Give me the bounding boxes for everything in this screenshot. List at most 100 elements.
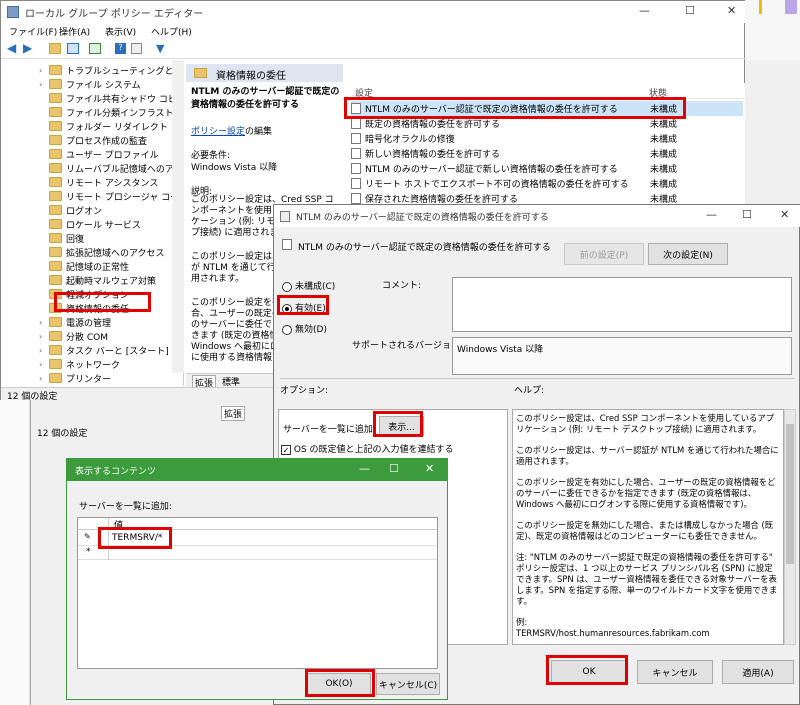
row-1-value[interactable]: TERMSRV/* xyxy=(112,533,162,543)
tree-item-label: ファイル共有シャドウ コピ xyxy=(66,94,177,105)
tree-item[interactable]: › トラブルシューティングと診 xyxy=(39,63,182,77)
apply-button[interactable]: 適用(A) xyxy=(722,660,794,684)
back-tab-extended[interactable]: 拡張 xyxy=(221,406,246,421)
forward-icon[interactable]: ▶ xyxy=(23,41,32,55)
help-scroll-thumb[interactable] xyxy=(786,424,794,564)
policy-minimize-icon[interactable]: — xyxy=(706,208,717,221)
edit-policy-link[interactable]: ポリシー設定 xyxy=(191,127,245,137)
tree-item[interactable]: プロセス作成の監査 xyxy=(49,133,147,147)
tree-item[interactable]: › ネットワーク xyxy=(39,357,120,371)
export-icon[interactable] xyxy=(89,43,101,54)
help-para-5: 注: "NTLM のみのサーバー認証で既定の資格情報の委任を許可する" ポリシー… xyxy=(516,552,778,606)
expander-icon[interactable]: › xyxy=(39,346,49,355)
tree-item[interactable]: ロケール サービス xyxy=(49,217,141,231)
radio-enabled-dot[interactable] xyxy=(282,303,292,314)
checkbox-box[interactable]: ✓ xyxy=(281,444,291,455)
menu-file[interactable]: ファイル(F) xyxy=(9,25,57,38)
radio-enabled[interactable]: 有効(E) xyxy=(282,301,326,314)
divider xyxy=(280,378,795,379)
tree-item[interactable]: リムーバブル記憶域へのア xyxy=(49,161,174,175)
ok-button[interactable]: OK xyxy=(551,660,627,684)
tree-item[interactable]: 起動時マルウェア対策 xyxy=(49,273,156,287)
new-row-icon: * xyxy=(86,547,91,557)
menu-view[interactable]: 表示(V) xyxy=(105,25,136,38)
tree-item[interactable]: › 電源の管理 xyxy=(39,315,111,329)
back-icon[interactable]: ◀ xyxy=(7,41,16,55)
show-maximize-icon[interactable]: ☐ xyxy=(389,462,399,475)
expander-icon[interactable]: › xyxy=(39,66,49,75)
policy-row[interactable]: 新しい資格情報の委任を許可する 未構成 xyxy=(351,146,743,161)
properties-icon[interactable] xyxy=(131,43,142,54)
policy-row[interactable]: NTLM のみのサーバー認証で新しい資格情報の委任を許可する 未構成 xyxy=(351,161,743,176)
supported-field: Windows Vista 以降 xyxy=(452,337,792,375)
col-state-header[interactable]: 状態 xyxy=(649,86,667,99)
app-icon xyxy=(7,6,19,18)
policy-row[interactable]: リモート ホストでエクスポート不可の資格情報の委任を許可する 未構成 xyxy=(351,176,743,191)
menu-help[interactable]: ヘルプ(H) xyxy=(151,25,192,38)
prev-setting-button[interactable]: 前の設定(P) xyxy=(564,243,644,265)
tree-item[interactable]: ログオン xyxy=(49,203,102,217)
tree-item[interactable]: › タスク バーと [スタート] メニュー xyxy=(39,343,183,357)
show-button[interactable]: 表示... xyxy=(379,416,424,436)
radio-not-configured-dot[interactable] xyxy=(282,281,292,292)
expander-icon[interactable]: › xyxy=(39,332,49,341)
radio-disabled-dot[interactable] xyxy=(282,324,292,335)
tree-item[interactable]: 軽減オプション xyxy=(49,287,129,301)
grid-row-new[interactable]: * xyxy=(78,546,437,560)
minimize-icon[interactable]: — xyxy=(639,4,650,17)
tree-item[interactable]: › プリンター xyxy=(39,371,111,385)
policy-row-name: 既定の資格情報の委任を許可する xyxy=(365,120,501,130)
tree-item[interactable]: ファイル分類インフラストラ xyxy=(49,105,183,119)
tree-item[interactable]: ファイル共有シャドウ コピ xyxy=(49,91,177,105)
policy-maximize-icon[interactable]: ☐ xyxy=(742,208,752,221)
radio-not-configured[interactable]: 未構成(C) xyxy=(282,279,335,292)
menu-action[interactable]: 操作(A) xyxy=(59,25,90,38)
close-icon[interactable]: ✕ xyxy=(727,4,736,17)
show-close-icon[interactable]: ✕ xyxy=(425,462,434,475)
tree-item[interactable]: フォルダー リダイレクト xyxy=(49,119,168,133)
edit-line: ポリシー設定の編集 xyxy=(191,124,341,137)
grid-row-1[interactable]: ✎ TERMSRV/* xyxy=(78,530,437,546)
expander-icon[interactable]: › xyxy=(39,80,49,89)
maximize-icon[interactable]: ☐ xyxy=(685,4,695,17)
policy-close-icon[interactable]: ✕ xyxy=(780,208,789,221)
show-tree-icon[interactable] xyxy=(67,43,79,54)
help-scrollbar[interactable] xyxy=(784,409,796,645)
expander-icon[interactable]: › xyxy=(39,374,49,383)
tree-item-label: リモート アシスタンス xyxy=(66,178,159,189)
policy-row[interactable]: 暗号化オラクルの修復 未構成 xyxy=(351,131,743,146)
show-minimize-icon[interactable]: — xyxy=(359,462,370,475)
show-ok-button[interactable]: OK(O) xyxy=(307,673,371,695)
folder-icon xyxy=(49,121,62,131)
expander-icon[interactable]: › xyxy=(39,318,49,327)
concat-checkbox[interactable]: ✓ OS の既定値と上記の入力値を連結する xyxy=(281,442,454,455)
show-dialog: 表示するコンテンツ — ☐ ✕ サーバーを一覧に追加: 値 ✎ TERMSRV/… xyxy=(66,458,448,700)
expander-icon[interactable]: › xyxy=(39,360,49,369)
tree-scrollbar[interactable] xyxy=(172,60,184,373)
folder-icon xyxy=(49,149,62,159)
radio-disabled[interactable]: 無効(D) xyxy=(282,322,327,335)
tree-item[interactable]: ユーザー プロファイル xyxy=(49,147,159,161)
tree-item-label: リモート プロシージャ コール xyxy=(66,192,184,203)
show-cancel-button[interactable]: キャンセル(C) xyxy=(376,673,440,695)
tree-item[interactable]: 拡張記憶域へのアクセス xyxy=(49,245,165,259)
cancel-button[interactable]: キャンセル xyxy=(637,660,713,684)
tree-item[interactable]: › ファイル システム xyxy=(39,77,141,91)
policy-row[interactable]: NTLM のみのサーバー認証で既定の資格情報の委任を許可する 未構成 xyxy=(351,101,743,116)
options-label: オプション: xyxy=(280,386,329,396)
concat-checkbox-label: OS の既定値と上記の入力値を連結する xyxy=(293,445,454,455)
tree-item[interactable]: リモート アシスタンス xyxy=(49,175,158,189)
filter-icon[interactable]: ▼ xyxy=(156,42,164,55)
policy-row[interactable]: 既定の資格情報の委任を許可する 未構成 xyxy=(351,116,743,131)
col-setting-header[interactable]: 設定 xyxy=(355,86,373,99)
tree-item[interactable]: 資格情報の委任 xyxy=(49,301,129,315)
up-folder-icon[interactable] xyxy=(49,43,61,54)
help-icon[interactable]: ? xyxy=(115,43,126,54)
tree-item[interactable]: リモート プロシージャ コール xyxy=(49,189,184,203)
policy-icon xyxy=(351,133,361,144)
tree-item[interactable]: 回復 xyxy=(49,231,84,245)
comment-field[interactable] xyxy=(452,277,792,332)
tree-item[interactable]: 記憶域の正常性 xyxy=(49,259,129,273)
next-setting-button[interactable]: 次の設定(N) xyxy=(648,243,728,265)
tree-item[interactable]: › 分散 COM xyxy=(39,329,108,343)
